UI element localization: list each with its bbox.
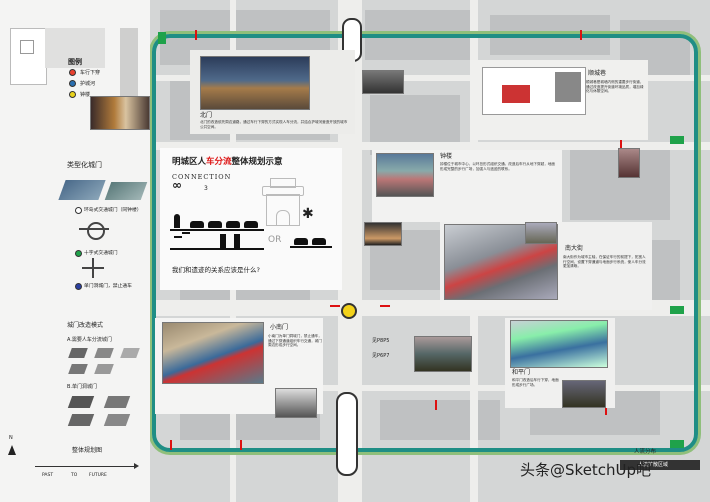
car-icon-5 [294, 238, 308, 245]
pedestrian-icon-2 [220, 234, 226, 248]
bell-tower-photo [376, 153, 434, 197]
legend-panel: 图例 车行下穿 护城河 钟楼 类型化城门 环岛式交通城门（同钟楼） 十字式交通城… [0, 0, 150, 502]
watermark: 头条@SketchUp吧 [520, 461, 652, 479]
underpass-legend-icon [69, 69, 76, 76]
xiaonanmen-render [162, 322, 264, 384]
xiaonanmen-label: 小南门 [270, 324, 289, 331]
street-aerial-photo [414, 336, 472, 372]
car-icon-6 [312, 238, 326, 245]
bell-tower-marker [341, 303, 357, 319]
or-label: OR [268, 235, 282, 245]
bell-tower-label: 钟楼 [440, 153, 453, 160]
legend-item-underpass: 车行下穿 [80, 70, 101, 76]
north-arrow-icon [8, 445, 16, 455]
pedestrian-icon-3 [234, 234, 240, 248]
legend-item-moat: 护城河 [80, 81, 96, 87]
typology-item-roundabout: 环岛式交通城门（同钟楼） [84, 208, 142, 213]
car-icon-3 [226, 221, 240, 228]
legend-title: 图例 [68, 58, 82, 66]
cross-gate-icon [75, 250, 82, 257]
car-icon-4 [244, 221, 258, 228]
shunchengxiang-label: 顺城巷 [588, 70, 607, 77]
timeline-arrow [35, 466, 135, 467]
concept-title: 明城区人车分流整体规划示意 [172, 157, 283, 167]
north-gate-detail-photo [362, 70, 404, 94]
cheering-person-icon: ✱ [302, 206, 314, 222]
gate-mode-b: B.单门洞城门 [67, 384, 98, 390]
moat-legend-icon [69, 80, 76, 87]
roundabout-gate-icon [75, 207, 82, 214]
car-icon-2 [208, 221, 222, 228]
xiaonanmen-photo [275, 388, 317, 418]
gate-mode-a: A.需要人车分流城门 [67, 337, 112, 343]
car-icon-1 [190, 221, 204, 228]
hepingmen-photo [562, 380, 606, 408]
timeline-past: PAST [42, 473, 54, 478]
typology-title: 类型化城门 [67, 161, 102, 169]
south-street-photo [525, 222, 557, 244]
timeline-to: TO [71, 473, 78, 478]
typology-item-cross: 十字式交通城门 [84, 251, 118, 256]
concept-panel: 明城区人车分流整体规划示意 CONNECTION ∞ 3 OR ✱ 我们和遗迹的… [160, 148, 342, 290]
hepingmen-render [510, 320, 608, 368]
gate-mode-title: 城门改造模式 [67, 322, 104, 329]
south-street-label: 南大街 [565, 245, 584, 252]
north-gate-photo [200, 56, 310, 110]
roundabout-diagram [87, 222, 105, 240]
pedestrian-icon [174, 214, 180, 228]
legend-item-bell-tower: 钟楼 [80, 92, 91, 98]
callout-see-p8p5: 见P8P5 [372, 338, 390, 344]
bell-tower-night-photo [364, 222, 402, 246]
infinity-icon: ∞ [172, 178, 182, 192]
overall-plan-title: 整体规划图 [72, 447, 103, 454]
north-gate-label: 北门 [200, 112, 213, 119]
crowd-distribution-label: 人流分布 [634, 449, 657, 455]
bell-tower-sketch [260, 176, 304, 226]
callout-see-p6p7: 见P6P7 [372, 353, 390, 359]
timeline-future: FUTURE [89, 473, 107, 478]
south-gate-oval [336, 392, 358, 476]
concept-question: 我们和遗迹的关系应该是什么? [172, 266, 260, 274]
shunchengxiang-photo [618, 148, 640, 178]
single-gate-icon [75, 283, 82, 290]
connection-number: 3 [204, 185, 208, 192]
gate-interior-photo [90, 96, 150, 130]
typology-item-single: 单门洞城门，禁止通车 [84, 284, 132, 289]
bell-tower-legend-icon [69, 91, 76, 98]
hepingmen-label: 和平门 [512, 369, 531, 376]
